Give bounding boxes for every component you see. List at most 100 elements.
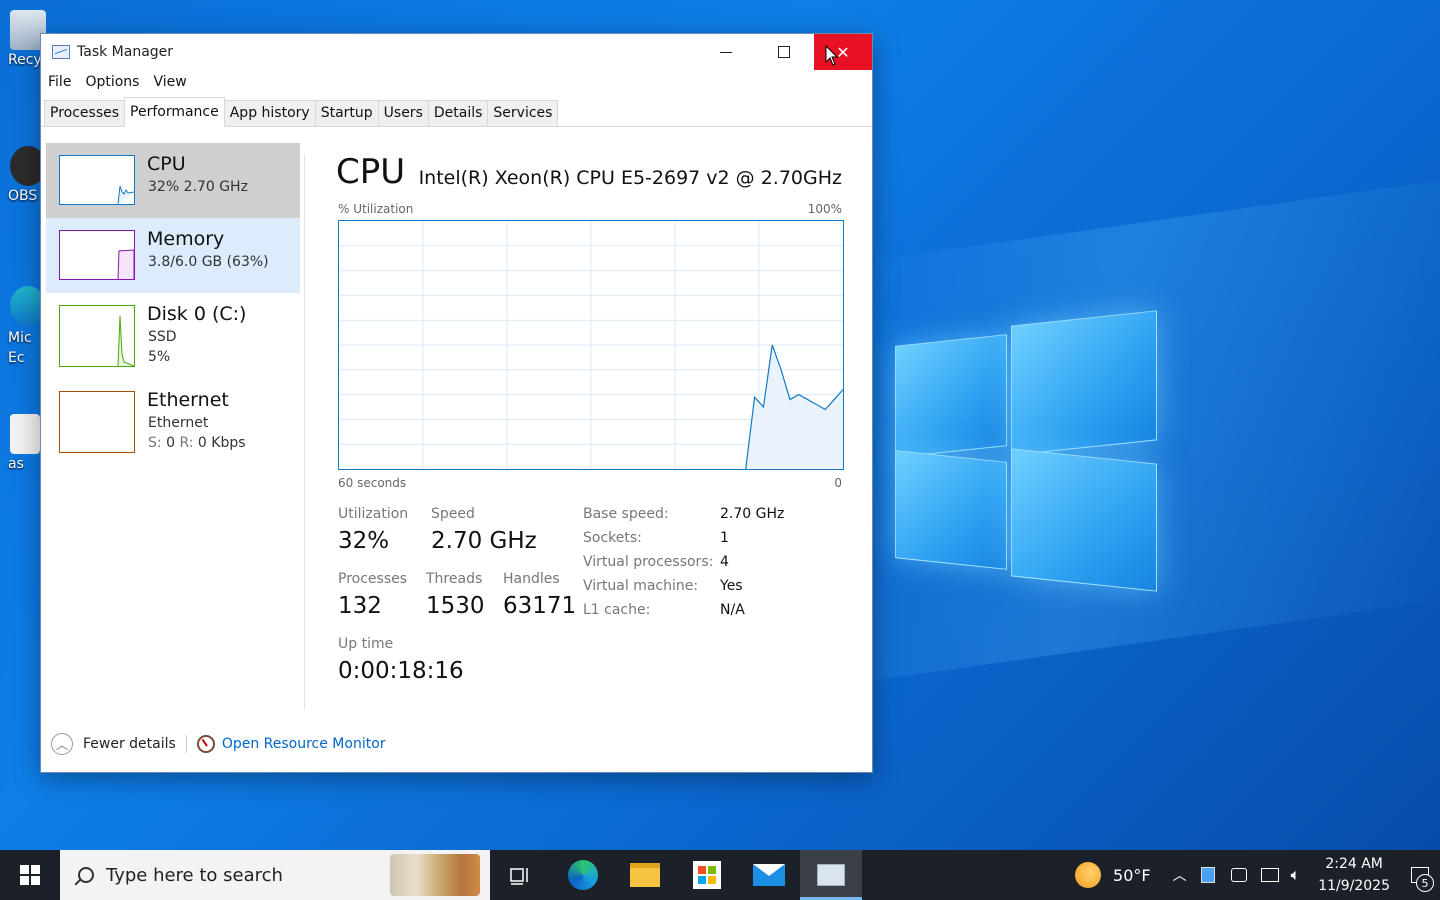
tab-details[interactable]: Details: [427, 100, 489, 126]
tab-services[interactable]: Services: [487, 100, 559, 126]
taskbar-mail[interactable]: [738, 850, 800, 900]
show-hidden-icons-icon[interactable]: ︿: [1173, 865, 1187, 885]
desktop-icon-edge[interactable]: Mic Ec: [0, 286, 46, 368]
speed-label: Speed: [431, 506, 475, 522]
tab-startup[interactable]: Startup: [314, 100, 379, 126]
volume-icon[interactable]: 🔈︎: [1291, 865, 1301, 885]
tab-strip: Processes Performance App history Startu…: [41, 94, 872, 127]
virtual-machine-value: Yes: [720, 578, 743, 594]
ethernet-label: Ethernet: [147, 389, 229, 411]
utilization-value: 32%: [338, 528, 390, 554]
desktop-icon-obs[interactable]: OBS: [0, 146, 46, 204]
menu-view[interactable]: View: [153, 74, 186, 90]
taskbar: Type here to search 50°F ︿ 🔈︎ 2:24 AM 11…: [0, 850, 1440, 900]
task-view-button[interactable]: [490, 850, 552, 900]
resource-item-ethernet[interactable]: Ethernet Ethernet S: 0 R: 0 Kbps: [46, 379, 300, 465]
cpu-model: Intel(R) Xeon(R) CPU E5-2697 v2 @ 2.70GH…: [418, 167, 842, 189]
task-manager-window: Task Manager ✕ File Options View Process…: [40, 33, 873, 773]
desktop-icon-recycle-bin[interactable]: Recy: [0, 10, 46, 68]
minimize-button[interactable]: [697, 34, 755, 70]
graph-x-label: 60 seconds: [338, 476, 407, 490]
maximize-icon: [778, 46, 790, 58]
memory-label: Memory: [147, 228, 225, 250]
handles-label: Handles: [503, 571, 560, 587]
sockets-value: 1: [720, 530, 729, 546]
cpu-label: CPU: [147, 153, 186, 175]
footer-bar: ︿ Fewer details Open Resource Monitor: [51, 732, 386, 756]
taskbar-file-explorer[interactable]: [614, 850, 676, 900]
clock-time: 2:24 AM: [1325, 856, 1383, 872]
graph-y-max: 100%: [807, 202, 842, 216]
open-resource-monitor-link[interactable]: Open Resource Monitor: [222, 736, 386, 752]
minimize-icon: [720, 51, 732, 53]
close-button[interactable]: ✕: [814, 34, 872, 70]
menu-file[interactable]: File: [48, 74, 71, 90]
pane-divider: [304, 154, 305, 710]
threads-value: 1530: [426, 593, 485, 619]
task-manager-icon: [52, 45, 70, 59]
notification-center-button[interactable]: 5: [1400, 850, 1440, 900]
desktop-icon-file[interactable]: as: [0, 414, 44, 472]
resource-item-cpu[interactable]: CPU 32% 2.70 GHz: [46, 143, 300, 218]
ethernet-throughput: S: 0 R: 0 Kbps: [148, 435, 246, 451]
virtual-processors-label: Virtual processors:: [583, 554, 714, 570]
cpu-sub: 32% 2.70 GHz: [148, 179, 248, 195]
resource-list: CPU 32% 2.70 GHz Memory 3.8/6.0 GB (63%)…: [46, 143, 300, 465]
clock-date: 11/9/2025: [1318, 878, 1390, 894]
weather-temp[interactable]: 50°F: [1113, 866, 1151, 885]
memory-thumbnail: [59, 230, 135, 280]
start-button[interactable]: [0, 850, 60, 900]
virtual-machine-label: Virtual machine:: [583, 578, 699, 594]
uptime-label: Up time: [338, 636, 394, 652]
task-view-icon: [510, 868, 528, 885]
store-icon: [693, 861, 721, 889]
disk-type: SSD: [148, 329, 177, 345]
menu-bar: File Options View: [41, 70, 872, 94]
detail-title: CPU: [336, 152, 406, 192]
weather-icon[interactable]: [1075, 862, 1102, 888]
meet-now-icon[interactable]: [1230, 868, 1247, 882]
uptime-value: 0:00:18:16: [338, 658, 464, 684]
cpu-graph-svg: [339, 221, 843, 469]
file-icon: [10, 414, 40, 454]
device-icon[interactable]: [1200, 867, 1215, 883]
threads-label: Threads: [426, 571, 483, 587]
search-highlight-image: [390, 854, 480, 896]
menu-options[interactable]: Options: [85, 74, 139, 90]
search-placeholder: Type here to search: [106, 864, 283, 886]
mail-icon: [753, 864, 785, 886]
disk-usage: 5%: [148, 349, 171, 365]
tab-users[interactable]: Users: [377, 100, 429, 126]
windows-start-icon: [20, 865, 40, 885]
network-icon[interactable]: [1260, 868, 1279, 882]
maximize-button[interactable]: [755, 34, 813, 70]
disk-label: Disk 0 (C:): [147, 303, 247, 325]
utilization-label: Utilization: [338, 506, 409, 522]
folder-icon: [630, 863, 660, 887]
title-bar[interactable]: Task Manager ✕: [41, 34, 872, 70]
clock[interactable]: 2:24 AM 11/9/2025: [1318, 853, 1390, 897]
resource-item-disk[interactable]: Disk 0 (C:) SSD 5%: [46, 293, 300, 379]
notification-badge: 5: [1416, 874, 1434, 892]
edge-icon: [568, 860, 598, 890]
window-title: Task Manager: [77, 44, 174, 60]
taskbar-store[interactable]: [676, 850, 738, 900]
ethernet-adapter: Ethernet: [148, 415, 209, 431]
tab-processes[interactable]: Processes: [44, 100, 126, 126]
task-manager-taskbar-icon: [817, 864, 845, 886]
taskbar-task-manager[interactable]: [800, 850, 862, 900]
chevron-up-icon[interactable]: ︿: [51, 733, 73, 755]
cpu-utilization-graph: [338, 220, 844, 470]
mouse-cursor-icon: [825, 45, 839, 66]
search-box[interactable]: Type here to search: [60, 850, 490, 900]
taskbar-edge[interactable]: [552, 850, 614, 900]
disk-thumbnail: [59, 305, 135, 367]
cpu-usage-area: [745, 345, 843, 469]
resource-item-memory[interactable]: Memory 3.8/6.0 GB (63%): [46, 218, 300, 293]
fewer-details-link[interactable]: Fewer details: [83, 736, 176, 752]
processes-label: Processes: [338, 571, 408, 587]
tab-app-history[interactable]: App history: [223, 100, 316, 126]
l1-cache-label: L1 cache:: [583, 602, 651, 618]
tab-performance[interactable]: Performance: [124, 97, 225, 127]
speed-value: 2.70 GHz: [431, 528, 537, 554]
